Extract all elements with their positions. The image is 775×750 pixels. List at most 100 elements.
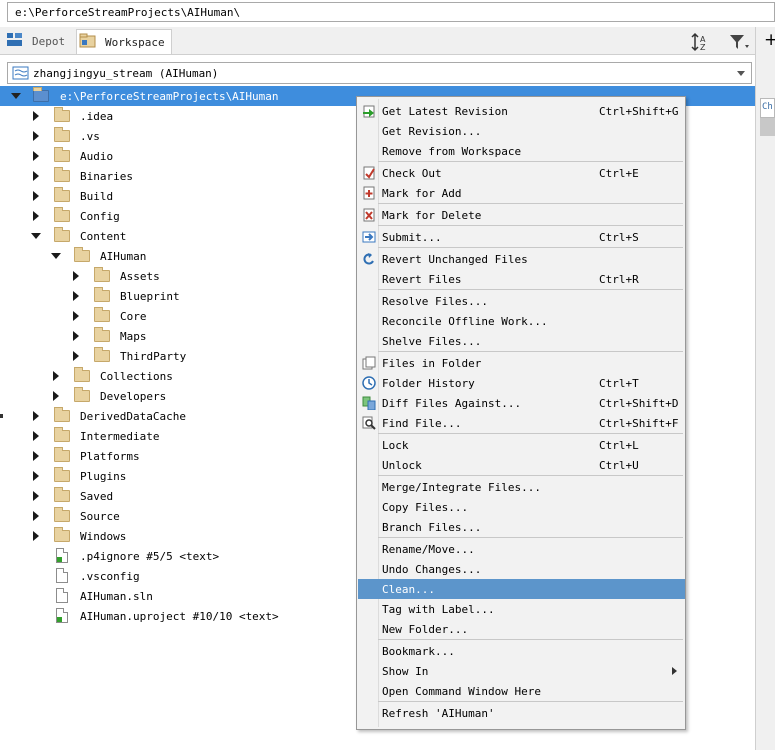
menu-item-submit[interactable]: Submit... Ctrl+S — [358, 227, 685, 247]
collapsed-arrow-icon[interactable] — [73, 271, 79, 281]
menu-item-shelve-files[interactable]: Shelve Files... — [358, 331, 685, 351]
menu-item-show-in[interactable]: Show In — [358, 661, 685, 681]
menu-separator — [378, 203, 683, 204]
menu-item-shortcut: Ctrl+S — [599, 231, 639, 244]
menu-item-shortcut: Ctrl+L — [599, 439, 639, 452]
tree-item-label: Blueprint — [120, 290, 180, 303]
menu-item-branch-files[interactable]: Branch Files... — [358, 517, 685, 537]
collapsed-arrow-icon[interactable] — [33, 471, 39, 481]
menu-item-label: Get Revision... — [382, 125, 482, 138]
menu-item-label: Merge/Integrate Files... — [382, 481, 541, 494]
menu-item-label: Refresh 'AIHuman' — [382, 707, 495, 720]
path-field[interactable]: e:\PerforceStreamProjects\AIHuman\ — [7, 2, 775, 22]
menu-item-lock[interactable]: Lock Ctrl+L — [358, 435, 685, 455]
mark-for-add-icon — [363, 186, 375, 200]
collapsed-arrow-icon[interactable] — [33, 191, 39, 201]
tree-item-label: Platforms — [80, 450, 140, 463]
menu-item-revert-files[interactable]: Revert Files Ctrl+R — [358, 269, 685, 289]
tree-item-label: Maps — [120, 330, 147, 343]
files-in-folder-icon — [362, 356, 376, 370]
collapsed-arrow-icon[interactable] — [33, 431, 39, 441]
menu-item-mark-for-delete[interactable]: Mark for Delete — [358, 205, 685, 225]
tree-item-label: Assets — [120, 270, 160, 283]
tab-workspace[interactable]: Workspace — [76, 29, 172, 54]
menu-item-label: Shelve Files... — [382, 335, 482, 348]
tree-item-label: Audio — [80, 150, 114, 163]
tree-item-label: Collections — [100, 370, 173, 383]
menu-item-copy-files[interactable]: Copy Files... — [358, 497, 685, 517]
menu-item-remove-from-workspace[interactable]: Remove from Workspace — [358, 141, 685, 161]
right-panel-selection — [760, 118, 775, 136]
folder-icon — [33, 87, 49, 102]
menu-item-mark-for-add[interactable]: Mark for Add — [358, 183, 685, 203]
menu-item-refresh-aihuman[interactable]: Refresh 'AIHuman' — [358, 703, 685, 723]
menu-item-check-out[interactable]: Check Out Ctrl+E — [358, 163, 685, 183]
collapsed-arrow-icon[interactable] — [33, 131, 39, 141]
menu-item-reconcile-offline-work[interactable]: Reconcile Offline Work... — [358, 311, 685, 331]
menu-item-folder-history[interactable]: Folder History Ctrl+T — [358, 373, 685, 393]
menu-item-label: Show In — [382, 665, 429, 678]
menu-item-clean[interactable]: Clean... — [358, 579, 685, 599]
mark-for-delete-icon — [363, 208, 375, 222]
menu-item-diff-files-against[interactable]: Diff Files Against... Ctrl+Shift+D — [358, 393, 685, 413]
tree-item-label: Developers — [100, 390, 167, 403]
menu-item-label: Remove from Workspace — [382, 145, 522, 158]
menu-item-files-in-folder[interactable]: Files in Folder — [358, 353, 685, 373]
filter-icon[interactable] — [728, 32, 750, 52]
menu-item-bookmark[interactable]: Bookmark... — [358, 641, 685, 661]
menu-item-new-folder[interactable]: New Folder... — [358, 619, 685, 639]
tree-item-label: ThirdParty — [120, 350, 187, 363]
tree-item-label: Plugins — [80, 470, 127, 483]
menu-item-label: Clean... — [382, 583, 435, 596]
collapsed-arrow-icon[interactable] — [73, 331, 79, 341]
menu-item-label: Get Latest Revision — [382, 105, 508, 118]
collapsed-arrow-icon[interactable] — [33, 211, 39, 221]
collapsed-arrow-icon[interactable] — [33, 171, 39, 181]
menu-item-merge-integrate-files[interactable]: Merge/Integrate Files... — [358, 477, 685, 497]
collapsed-arrow-icon[interactable] — [73, 291, 79, 301]
tab-bar: Depot Workspace A Z — [0, 27, 755, 55]
menu-item-undo-changes[interactable]: Undo Changes... — [358, 559, 685, 579]
collapsed-arrow-icon[interactable] — [73, 311, 79, 321]
collapsed-arrow-icon[interactable] — [33, 151, 39, 161]
add-icon[interactable]: + — [764, 30, 775, 50]
menu-item-label: Check Out — [382, 167, 442, 180]
menu-item-unlock[interactable]: Unlock Ctrl+U — [358, 455, 685, 475]
workspace-selector[interactable]: zhangjingyu_stream (AIHuman) — [7, 62, 752, 84]
expand-arrow-icon[interactable] — [11, 93, 21, 99]
sort-az-icon[interactable]: A Z — [690, 32, 712, 52]
menu-separator — [378, 537, 683, 538]
menu-item-shortcut: Ctrl+U — [599, 459, 639, 472]
menu-item-open-command-window-here[interactable]: Open Command Window Here — [358, 681, 685, 701]
chevron-down-icon[interactable] — [737, 71, 745, 76]
collapsed-arrow-icon[interactable] — [33, 491, 39, 501]
folder-icon — [94, 287, 110, 302]
folder-icon — [54, 167, 70, 182]
tab-depot[interactable]: Depot — [4, 29, 68, 54]
collapsed-arrow-icon[interactable] — [33, 411, 39, 421]
find-file-icon — [362, 416, 376, 430]
menu-item-get-revision[interactable]: Get Revision... — [358, 121, 685, 141]
collapsed-arrow-icon[interactable] — [33, 111, 39, 121]
context-menu: Get Latest Revision Ctrl+Shift+G Get Revis… — [356, 96, 686, 730]
menu-item-rename-move[interactable]: Rename/Move... — [358, 539, 685, 559]
folder-icon — [54, 407, 70, 422]
folder-icon — [54, 527, 70, 542]
tree-item-label: .idea — [80, 110, 114, 123]
menu-item-get-latest-revision[interactable]: Get Latest Revision Ctrl+Shift+G — [358, 101, 685, 121]
collapsed-arrow-icon[interactable] — [73, 351, 79, 361]
collapsed-arrow-icon[interactable] — [33, 531, 39, 541]
menu-item-revert-unchanged-files[interactable]: Revert Unchanged Files — [358, 249, 685, 269]
expanded-arrow-icon[interactable] — [31, 233, 41, 239]
collapsed-arrow-icon[interactable] — [33, 511, 39, 521]
collapsed-arrow-icon[interactable] — [53, 391, 59, 401]
folder-icon — [94, 327, 110, 342]
expanded-arrow-icon[interactable] — [51, 253, 61, 259]
collapsed-arrow-icon[interactable] — [53, 371, 59, 381]
menu-item-tag-with-label[interactable]: Tag with Label... — [358, 599, 685, 619]
collapsed-arrow-icon[interactable] — [33, 451, 39, 461]
menu-item-label: Tag with Label... — [382, 603, 495, 616]
menu-item-find-file[interactable]: Find File... Ctrl+Shift+F — [358, 413, 685, 433]
menu-item-resolve-files[interactable]: Resolve Files... — [358, 291, 685, 311]
in-depot-badge-icon — [57, 557, 62, 562]
